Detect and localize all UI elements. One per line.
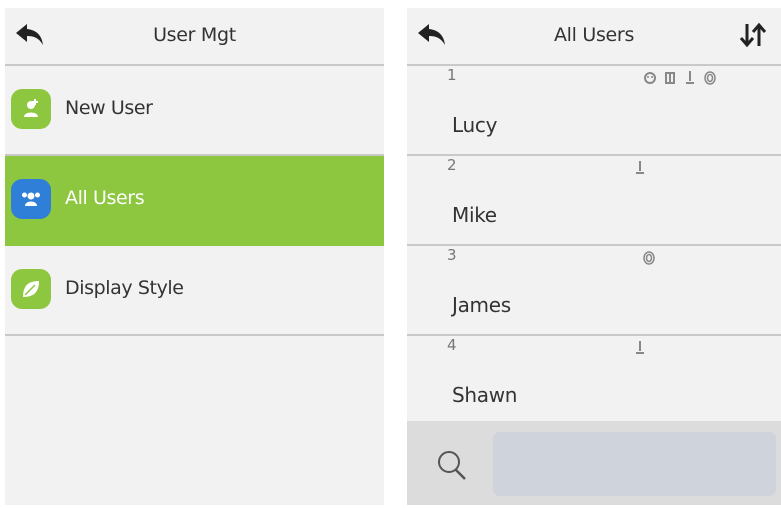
- menu-item-new-user[interactable]: New User: [5, 66, 384, 156]
- credential-icons: [633, 160, 647, 176]
- add-user-icon: [11, 89, 51, 129]
- back-arrow-icon: [418, 24, 445, 45]
- credential-icons: [643, 70, 717, 86]
- title-bar: All Users: [407, 8, 781, 66]
- user-row[interactable]: 1 Lucy: [407, 66, 781, 156]
- menu-item-display-style[interactable]: Display Style: [5, 246, 384, 336]
- back-button[interactable]: [13, 20, 53, 52]
- fingerprint-icon: [704, 71, 716, 85]
- user-row[interactable]: 4 Shawn: [407, 336, 781, 426]
- password-icon: [686, 71, 694, 84]
- user-row[interactable]: 3 James: [407, 246, 781, 336]
- menu-item-label: New User: [65, 97, 153, 119]
- search-bar: [407, 421, 781, 505]
- card-icon: [665, 72, 675, 84]
- title-bar: User Mgt: [5, 8, 384, 66]
- menu-item-all-users[interactable]: All Users: [5, 156, 384, 246]
- user-name: Shawn: [452, 383, 518, 407]
- all-users-icon: [11, 179, 51, 219]
- password-icon: [636, 341, 644, 354]
- user-name: Lucy: [452, 113, 498, 137]
- sort-icon: [739, 22, 767, 48]
- menu-item-label: All Users: [65, 187, 145, 209]
- user-id: 1: [447, 66, 457, 84]
- user-id: 4: [447, 336, 457, 354]
- back-button[interactable]: [415, 20, 455, 52]
- search-input[interactable]: [493, 432, 776, 496]
- back-arrow-icon: [16, 24, 43, 45]
- page-title: User Mgt: [153, 24, 236, 46]
- all-users-screen: All Users 1 Lucy 2 Mike 3 James 4 Shawn: [407, 8, 781, 505]
- user-row[interactable]: 2 Mike: [407, 156, 781, 246]
- fingerprint-icon: [643, 251, 655, 265]
- credential-icons: [633, 340, 647, 356]
- user-name: Mike: [452, 203, 497, 227]
- user-mgt-screen: User Mgt New User All Users Display Styl…: [5, 8, 384, 505]
- search-icon[interactable]: [434, 447, 470, 483]
- display-style-icon: [11, 269, 51, 309]
- user-id: 2: [447, 156, 457, 174]
- user-id: 3: [447, 246, 457, 264]
- menu-item-label: Display Style: [65, 277, 184, 299]
- page-title: All Users: [553, 24, 635, 46]
- user-name: James: [452, 293, 511, 317]
- sort-button[interactable]: [737, 20, 777, 52]
- password-icon: [636, 161, 644, 174]
- face-icon: [644, 72, 656, 84]
- credential-icons: [642, 250, 656, 266]
